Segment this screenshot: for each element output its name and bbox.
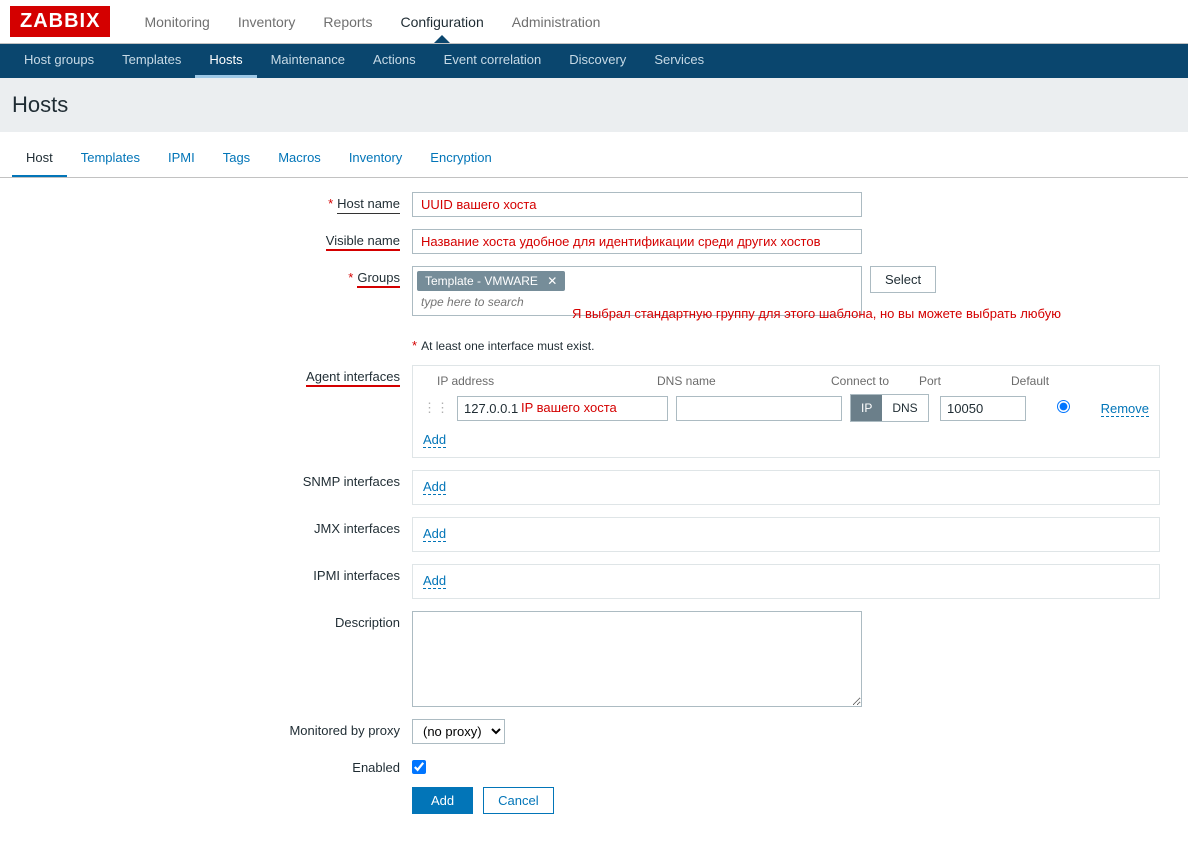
visible-name-label: Visible name <box>12 229 412 248</box>
agent-interfaces-label: Agent interfaces <box>12 365 412 384</box>
connect-dns-button[interactable]: DNS <box>882 395 927 421</box>
visible-name-input[interactable] <box>412 229 862 254</box>
add-button[interactable]: Add <box>412 787 473 814</box>
subnav-templates[interactable]: Templates <box>108 44 195 78</box>
nav-configuration[interactable]: Configuration <box>386 2 497 42</box>
groups-select-button[interactable]: Select <box>870 266 936 293</box>
jmx-interfaces-box: Add <box>412 517 1160 552</box>
ipmi-add-link[interactable]: Add <box>423 573 446 589</box>
ipmi-interfaces-box: Add <box>412 564 1160 599</box>
iface-dns-input[interactable] <box>676 396 842 421</box>
sub-nav: Host groups Templates Hosts Maintenance … <box>0 44 1188 78</box>
proxy-label: Monitored by proxy <box>12 719 412 738</box>
page-header: Hosts <box>0 78 1188 132</box>
groups-annotation: Я выбрал стандартную группу для этого ша… <box>572 306 1172 321</box>
nav-reports[interactable]: Reports <box>309 2 386 42</box>
drag-handle-icon[interactable]: ⋮⋮ <box>423 400 449 416</box>
snmp-interfaces-box: Add <box>412 470 1160 505</box>
group-tag: Template - VMWARE ✕ <box>417 271 565 291</box>
tab-inventory[interactable]: Inventory <box>335 140 416 177</box>
proxy-select[interactable]: (no proxy) <box>412 719 505 744</box>
group-tag-remove-icon[interactable]: ✕ <box>547 274 557 288</box>
cancel-button[interactable]: Cancel <box>483 787 553 814</box>
nav-monitoring[interactable]: Monitoring <box>130 2 223 42</box>
subnav-actions[interactable]: Actions <box>359 44 430 78</box>
logo: ZABBIX <box>10 6 110 37</box>
subnav-host-groups[interactable]: Host groups <box>10 44 108 78</box>
connect-to-toggle: IP DNS <box>850 394 929 422</box>
enabled-checkbox[interactable] <box>412 760 426 774</box>
nav-inventory[interactable]: Inventory <box>224 2 310 42</box>
subnav-hosts[interactable]: Hosts <box>195 44 256 78</box>
iface-port-input[interactable] <box>940 396 1026 421</box>
ipmi-interfaces-label: IPMI interfaces <box>12 564 412 583</box>
subnav-discovery[interactable]: Discovery <box>555 44 640 78</box>
snmp-interfaces-label: SNMP interfaces <box>12 470 412 489</box>
enabled-label: Enabled <box>12 756 412 775</box>
topbar: ZABBIX Monitoring Inventory Reports Conf… <box>0 0 1188 44</box>
jmx-add-link[interactable]: Add <box>423 526 446 542</box>
form-tabs: Host Templates IPMI Tags Macros Inventor… <box>0 140 1188 178</box>
description-textarea[interactable] <box>412 611 862 707</box>
iface-header-port: Port <box>919 374 1007 388</box>
groups-label: *Groups <box>12 266 412 285</box>
subnav-services[interactable]: Services <box>640 44 718 78</box>
description-label: Description <box>12 611 412 630</box>
top-nav: Monitoring Inventory Reports Configurati… <box>130 2 614 42</box>
group-tag-text: Template - VMWARE <box>425 274 538 288</box>
subnav-event-correlation[interactable]: Event correlation <box>430 44 556 78</box>
nav-administration[interactable]: Administration <box>498 2 615 42</box>
iface-header-ip: IP address <box>437 374 653 388</box>
tab-ipmi[interactable]: IPMI <box>154 140 209 177</box>
snmp-add-link[interactable]: Add <box>423 479 446 495</box>
host-form: *Host name Visible name *Groups Template… <box>0 178 1188 866</box>
jmx-interfaces-label: JMX interfaces <box>12 517 412 536</box>
tab-host[interactable]: Host <box>12 140 67 177</box>
required-star: * <box>412 338 417 353</box>
iface-default-radio[interactable] <box>1057 400 1070 413</box>
iface-header-dns: DNS name <box>657 374 827 388</box>
iface-header-default: Default <box>1011 374 1071 388</box>
agent-interfaces-box: IP address DNS name Connect to Port Defa… <box>412 365 1160 458</box>
host-name-input[interactable] <box>412 192 862 217</box>
page-title: Hosts <box>12 92 1176 118</box>
iface-header-connect: Connect to <box>831 374 915 388</box>
agent-add-link[interactable]: Add <box>423 432 446 448</box>
iface-remove-link[interactable]: Remove <box>1101 401 1149 417</box>
iface-ip-input[interactable] <box>457 396 668 421</box>
tab-encryption[interactable]: Encryption <box>416 140 505 177</box>
interface-required-note: At least one interface must exist. <box>421 339 594 353</box>
tab-macros[interactable]: Macros <box>264 140 335 177</box>
connect-ip-button[interactable]: IP <box>851 395 882 421</box>
tab-tags[interactable]: Tags <box>209 140 264 177</box>
tab-templates[interactable]: Templates <box>67 140 154 177</box>
host-name-label: *Host name <box>12 192 412 211</box>
subnav-maintenance[interactable]: Maintenance <box>257 44 359 78</box>
